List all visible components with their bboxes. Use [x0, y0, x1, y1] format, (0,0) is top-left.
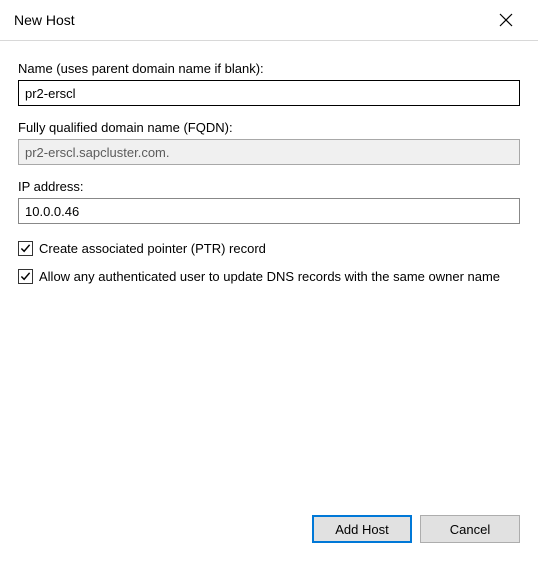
allow-update-checkbox[interactable] [18, 269, 33, 284]
check-icon [20, 271, 31, 282]
add-host-button[interactable]: Add Host [312, 515, 412, 543]
ptr-checkbox-label[interactable]: Create associated pointer (PTR) record [39, 240, 266, 258]
dialog-title: New Host [14, 12, 75, 28]
ip-label: IP address: [18, 179, 520, 194]
allow-update-checkbox-row: Allow any authenticated user to update D… [18, 268, 520, 286]
cancel-button[interactable]: Cancel [420, 515, 520, 543]
ptr-checkbox-row: Create associated pointer (PTR) record [18, 240, 520, 258]
titlebar: New Host [0, 0, 538, 40]
close-icon [499, 13, 513, 27]
ptr-checkbox[interactable] [18, 241, 33, 256]
fqdn-input [18, 139, 520, 165]
fqdn-label: Fully qualified domain name (FQDN): [18, 120, 520, 135]
name-input[interactable] [18, 80, 520, 106]
button-row: Add Host Cancel [0, 503, 538, 561]
close-button[interactable] [486, 5, 526, 35]
ip-input[interactable] [18, 198, 520, 224]
check-icon [20, 243, 31, 254]
new-host-dialog: New Host Name (uses parent domain name i… [0, 0, 538, 561]
dialog-content: Name (uses parent domain name if blank):… [0, 41, 538, 503]
allow-update-checkbox-label[interactable]: Allow any authenticated user to update D… [39, 268, 500, 286]
name-label: Name (uses parent domain name if blank): [18, 61, 520, 76]
